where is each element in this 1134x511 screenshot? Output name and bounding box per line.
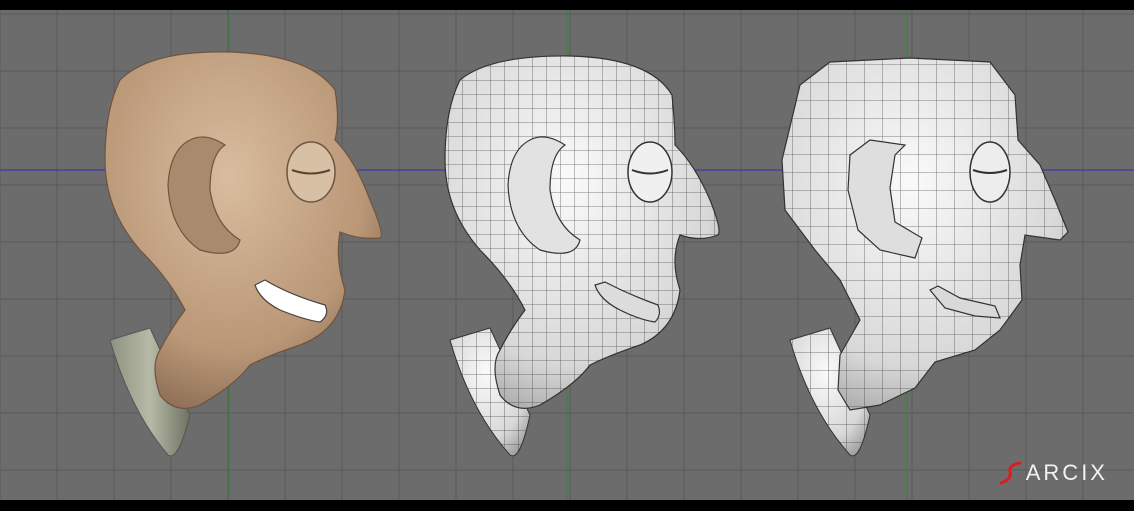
smooth-wireframe-head-model[interactable]	[444, 55, 720, 457]
viewport-grid	[0, 10, 1134, 500]
shaded-head-model[interactable]	[104, 51, 382, 457]
logo-text: ARCIX	[1025, 460, 1108, 485]
cage-wireframe-head-model[interactable]	[781, 57, 1069, 457]
logo-swoosh-icon	[999, 461, 1022, 485]
render-frame: ARCIX	[0, 0, 1134, 511]
arcix-logo: ARCIX	[998, 460, 1108, 486]
3d-viewport[interactable]: ARCIX	[0, 10, 1134, 500]
